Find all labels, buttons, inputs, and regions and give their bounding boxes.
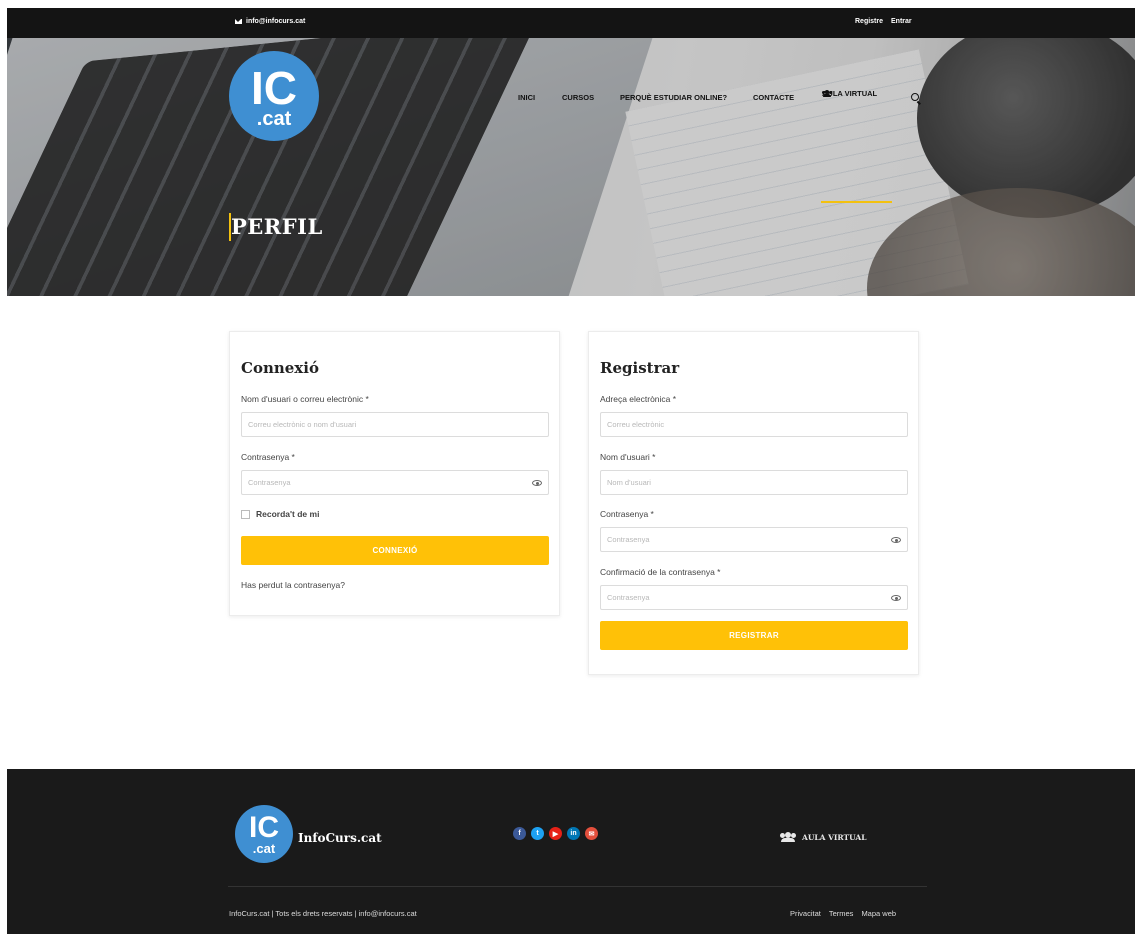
footer-logo[interactable]: IC .cat <box>235 805 293 863</box>
register-user-input[interactable] <box>600 470 908 495</box>
twitter-icon[interactable]: t <box>531 827 544 840</box>
footer-link-termes[interactable]: Termes <box>829 909 854 918</box>
mail-icon[interactable]: ✉ <box>585 827 598 840</box>
login-link[interactable]: Entrar <box>891 18 912 25</box>
site-footer: IC .cat InfoCurs.cat f t ▶ in ✉ AULA VIRTUAL… <box>7 769 1135 934</box>
login-pass-input[interactable] <box>241 470 549 495</box>
social-links: f t ▶ in ✉ <box>513 827 598 840</box>
register-email-input[interactable] <box>600 412 908 437</box>
footer-links: Privacitat Termes Mapa web <box>790 909 896 918</box>
footer-logo-ic-text: IC <box>249 811 279 844</box>
login-pass-label: Contrasenya * <box>241 452 295 462</box>
login-card: Connexió Nom d'usuari o correu electròni… <box>229 331 560 616</box>
login-button[interactable]: CONNEXIÓ <box>241 536 549 565</box>
envelope-icon <box>235 19 242 24</box>
lost-password-link[interactable]: Has perdut la contrasenya? <box>241 580 345 590</box>
register-email-label: Adreça electrònica * <box>600 394 677 404</box>
register-pass-label: Contrasenya * <box>600 509 654 519</box>
show-confirm-password-icon[interactable] <box>891 595 901 601</box>
logo-cat-text: .cat <box>256 108 292 130</box>
footer-logo-cat-text: .cat <box>252 841 276 856</box>
login-title: Connexió <box>241 359 319 377</box>
linkedin-icon[interactable]: in <box>567 827 580 840</box>
logo-ic-text: IC <box>251 62 297 114</box>
login-user-label: Nom d'usuari o correu electrònic * <box>241 394 369 404</box>
register-title: Registrar <box>600 359 680 377</box>
site-logo[interactable]: IC .cat <box>229 51 319 141</box>
nav-item-perque[interactable]: PERQUÈ ESTUDIAR ONLINE? <box>620 93 727 102</box>
hero-banner <box>7 38 1135 296</box>
topbar-email[interactable]: info@infocurs.cat <box>235 18 305 25</box>
hero-overlay <box>7 38 1135 296</box>
search-icon[interactable] <box>911 93 919 101</box>
footer-brand: InfoCurs.cat <box>298 831 382 845</box>
register-link[interactable]: Registre <box>855 18 883 25</box>
footer-link-mapa-web[interactable]: Mapa web <box>861 909 896 918</box>
nav-aula-label: AULA VIRTUAL <box>822 88 878 98</box>
login-user-input[interactable] <box>241 412 549 437</box>
register-button[interactable]: REGISTRAR <box>600 621 908 650</box>
top-bar: info@infocurs.cat Registre Entrar <box>7 8 1135 38</box>
users-icon <box>780 832 796 842</box>
show-password-icon[interactable] <box>891 537 901 543</box>
nav-item-inici[interactable]: INICI <box>518 93 535 102</box>
footer-copyright: InfoCurs.cat | Tots els drets reservats … <box>229 909 417 918</box>
footer-link-privacitat[interactable]: Privacitat <box>790 909 821 918</box>
register-pass-input[interactable] <box>600 527 908 552</box>
show-password-icon[interactable] <box>532 480 542 486</box>
remember-checkbox[interactable] <box>241 510 250 519</box>
footer-divider <box>228 886 927 887</box>
topbar-email-text: info@infocurs.cat <box>246 18 306 25</box>
footer-aula-label: AULA VIRTUAL <box>802 832 867 842</box>
register-confirm-label: Confirmació de la contrasenya * <box>600 567 721 577</box>
facebook-icon[interactable]: f <box>513 827 526 840</box>
page-title-text: PERFIL <box>231 214 323 239</box>
nav-item-cursos[interactable]: CURSOS <box>562 93 594 102</box>
topbar-account-links: Registre Entrar <box>855 18 912 25</box>
youtube-icon[interactable]: ▶ <box>549 827 562 840</box>
nav-item-contacte[interactable]: CONTACTE <box>753 93 794 102</box>
page-title: PERFIL <box>229 213 323 241</box>
register-user-label: Nom d'usuari * <box>600 452 656 462</box>
register-confirm-input[interactable] <box>600 585 908 610</box>
footer-aula-virtual-link[interactable]: AULA VIRTUAL <box>780 832 866 842</box>
register-card: Registrar Adreça electrònica * Nom d'usu… <box>588 331 919 675</box>
remember-label[interactable]: Recorda't de mi <box>256 509 319 519</box>
